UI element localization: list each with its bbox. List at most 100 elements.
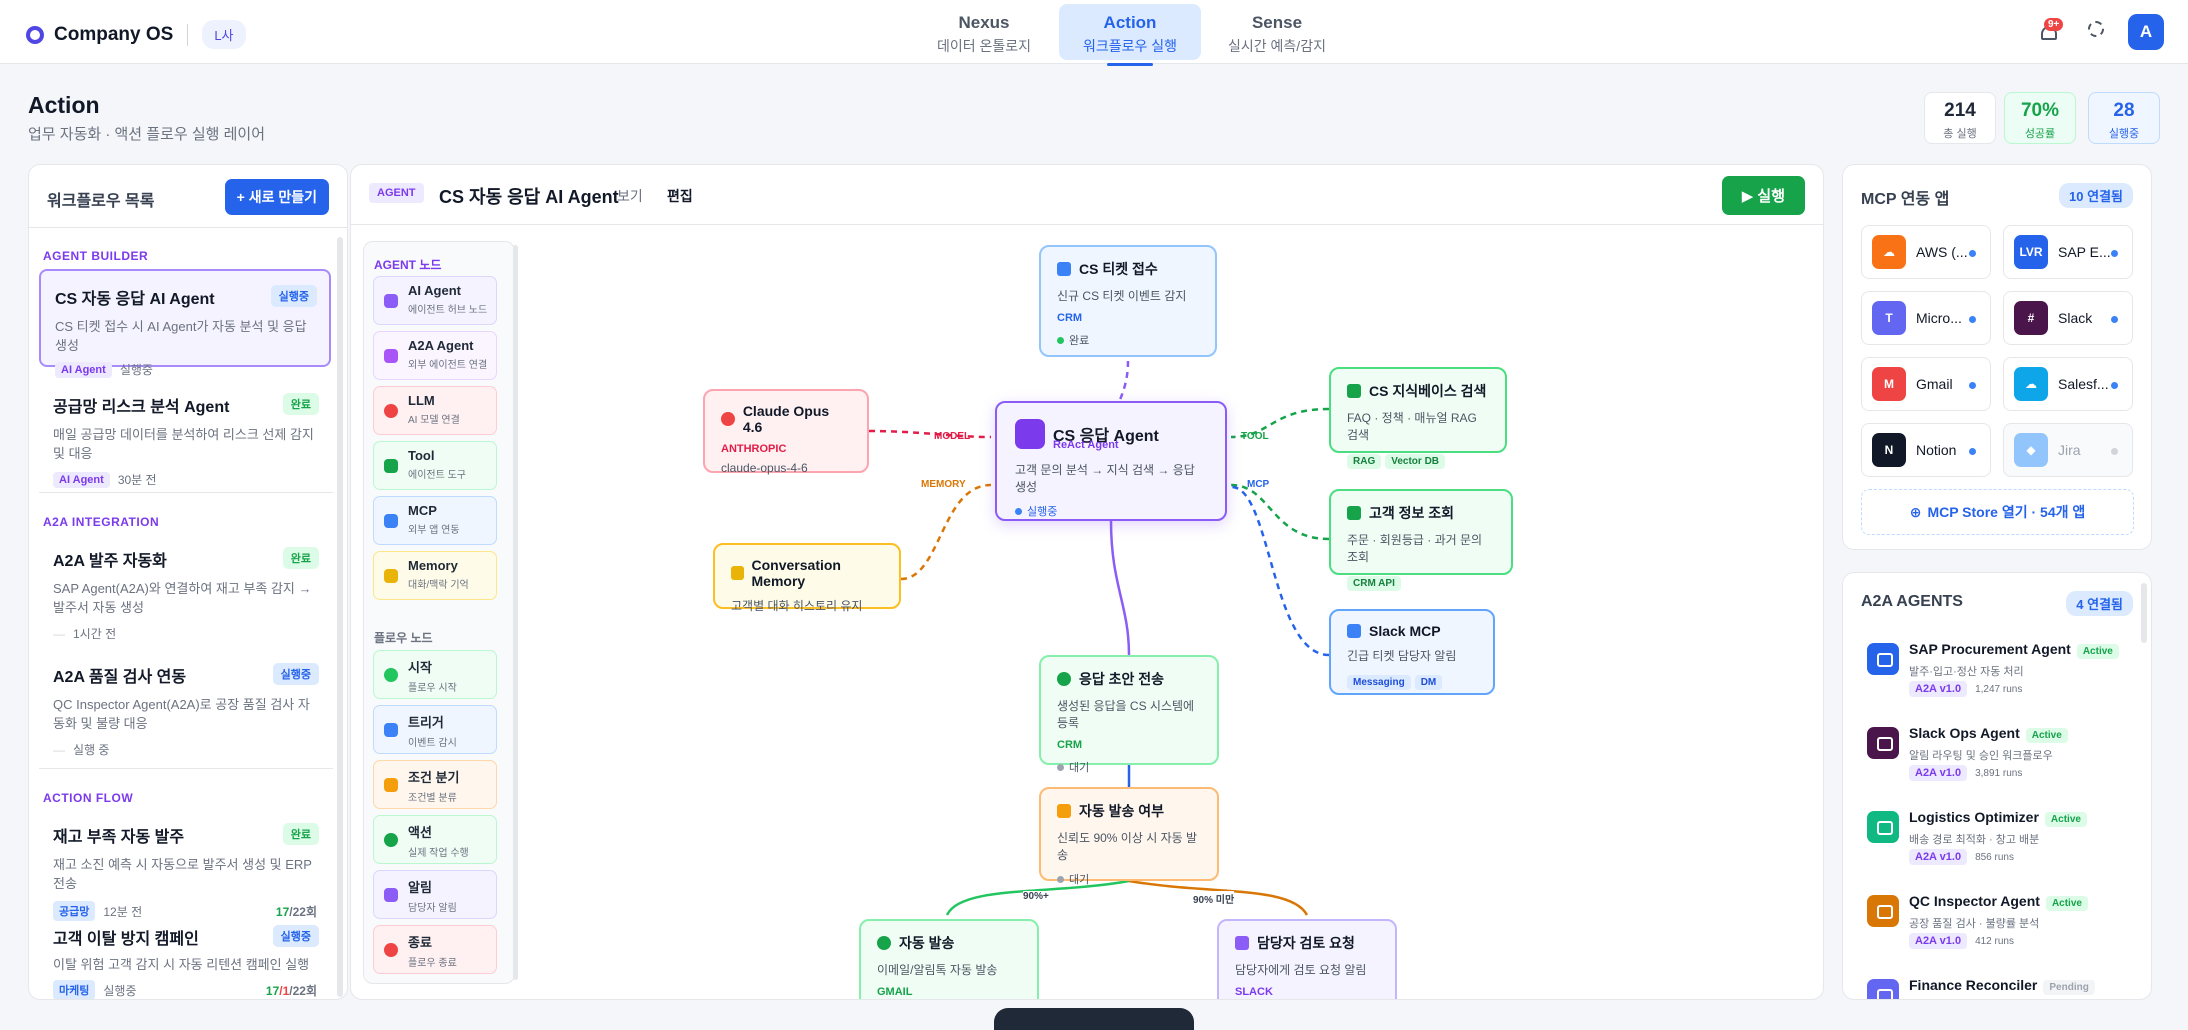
palette-node-end[interactable]: 종료 플로우 종료 xyxy=(373,925,497,974)
status-dot xyxy=(1057,763,1064,771)
branch-icon xyxy=(384,778,398,792)
agent-chat-icon xyxy=(1867,895,1899,927)
node-tag: SLACK xyxy=(1235,986,1273,998)
workflow-desc: 재고 소진 예측 시 자동으로 발주서 생성 및 ERP 전송 xyxy=(53,857,312,891)
node-auto-send[interactable]: 자동 발송 이메일/알림톡 자동 발송 GMAIL xyxy=(859,919,1039,999)
node-customer-info[interactable]: 고객 정보 조회 주문 · 회원등급 · 과거 문의 조회 CRM API xyxy=(1329,489,1513,591)
run-label: 실행 xyxy=(1757,188,1785,205)
workflow-tag: AI Agent xyxy=(53,471,110,488)
palette-node-condition[interactable]: 조건 분기 조건별 분류 xyxy=(373,760,497,809)
header-divider xyxy=(29,227,347,228)
agent-chat-icon xyxy=(1867,811,1899,843)
node-desc: 생성된 응답을 CS 시스템에 등록 xyxy=(1057,699,1195,730)
mcp-app-gmail[interactable]: M Gmail xyxy=(1861,357,1991,411)
settings-button[interactable] xyxy=(2082,14,2110,44)
mcp-app-sap[interactable]: LVR SAP E... xyxy=(2003,225,2133,279)
a2a-agent-slack-ops[interactable]: Slack Ops Agent Active 알림 라우팅 및 승인 워크플로우 … xyxy=(1867,725,2127,795)
status-badge: 실행중 xyxy=(272,663,319,685)
meta-dash: — xyxy=(53,742,65,757)
palette-node-label: Tool xyxy=(408,448,435,463)
workflow-list-scrollbar[interactable] xyxy=(337,237,343,997)
palette-node-mcp[interactable]: MCP 외부 앱 연동 xyxy=(373,496,497,545)
workflow-item-restock[interactable]: 재고 부족 자동 발주 완료 재고 소진 예측 시 자동으로 발주서 생성 및 … xyxy=(39,809,331,921)
avatar[interactable]: A xyxy=(2128,14,2164,50)
workflow-item-supply-risk[interactable]: 공급망 리스크 분석 Agent 완료 매일 공급망 데이터를 분석하여 리스크… xyxy=(39,379,331,489)
mcp-app-jira[interactable]: ◆ Jira xyxy=(2003,423,2133,477)
palette-node-tool[interactable]: Tool 에이전트 도구 xyxy=(373,441,497,490)
node-draft-send[interactable]: 응답 초안 전송 생성된 응답을 CS 시스템에 등록 CRM 대기 xyxy=(1039,655,1219,774)
page-title: Action xyxy=(28,92,100,118)
palette-node-label: LLM xyxy=(408,393,435,408)
new-workflow-button[interactable]: + 새로 만들기 xyxy=(224,179,329,215)
node-kb-search[interactable]: CS 지식베이스 검색 FAQ · 정책 · 매뉴얼 RAG 검색 RAG Vec… xyxy=(1329,367,1507,469)
agent-version: A2A v1.0 xyxy=(1909,765,1968,781)
a2a-agent-finance[interactable]: Finance Reconciler Pending xyxy=(1867,977,2127,999)
palette-node-sub: 외부 앱 연동 xyxy=(408,525,460,536)
bottom-dock[interactable] xyxy=(994,1008,1194,1030)
app-name: AWS (... xyxy=(1916,244,1968,260)
nav-tab-action[interactable]: Action 워크플로우 실행 xyxy=(1059,4,1201,66)
notifications-button[interactable]: 9+ xyxy=(2036,14,2064,44)
node-auto-send-condition[interactable]: 자동 발송 여부 신뢰도 90% 이상 시 자동 발송 대기 xyxy=(1039,787,1219,886)
section-agent-builder: AGENT BUILDER xyxy=(43,249,149,263)
palette-node-sub: 이벤트 감시 xyxy=(408,738,457,749)
palette-node-action[interactable]: 액션 실제 작업 수행 xyxy=(373,815,497,864)
palette-node-ai-agent[interactable]: AI Agent 에이전트 허브 노드 xyxy=(373,276,497,325)
teams-icon: T xyxy=(1872,301,1906,335)
nav-tab-nexus[interactable]: Nexus 데이터 온톨로지 xyxy=(928,4,1040,60)
gmail-icon: M xyxy=(1872,367,1906,401)
tab-edit[interactable]: 편집 xyxy=(667,186,693,206)
a2a-agent-qc-inspector[interactable]: QC Inspector Agent Active 공장 품질 검사 · 불량률 … xyxy=(1867,893,2127,963)
palette-node-memory[interactable]: Memory 대화/맥락 기억 xyxy=(373,551,497,600)
edge-label-mcp: MCP xyxy=(1247,479,1270,490)
node-memory[interactable]: Conversation Memory 고객별 대화 히스토리 유지 xyxy=(713,543,901,613)
agent-name: QC Inspector Agent xyxy=(1909,893,2040,909)
edge-label-memory: MEMORY xyxy=(921,479,966,490)
mcp-app-aws[interactable]: ☁ AWS (... xyxy=(1861,225,1991,279)
palette-scrollbar[interactable] xyxy=(513,245,518,980)
status-dot xyxy=(2111,250,2118,257)
node-title: Conversation Memory xyxy=(751,557,841,589)
node-llm-claude[interactable]: Claude Opus 4.6 ANTHROPIC claude-opus-4-… xyxy=(703,389,869,475)
agent-status-badge: Active xyxy=(2025,728,2068,743)
app-logo[interactable]: Company OS L사 xyxy=(26,20,246,49)
workflow-item-churn-campaign[interactable]: 고객 이탈 방지 캠페인 실행중 이탈 위험 고객 감지 시 자동 리텐션 캠페… xyxy=(39,911,331,999)
workflow-item-a2a-qc[interactable]: A2A 품질 검사 연동 실행중 QC Inspector Agent(A2A)… xyxy=(39,649,331,759)
gear-icon xyxy=(2088,21,2104,37)
mcp-app-microsoft[interactable]: T Micro... xyxy=(1861,291,1991,345)
a2a-agent-logistics[interactable]: Logistics Optimizer Active 배송 경로 최적화 · 창고… xyxy=(1867,809,2127,879)
mcp-app-salesforce[interactable]: ☁ Salesf... xyxy=(2003,357,2133,411)
palette-node-label: Memory xyxy=(408,558,458,573)
palette-node-llm[interactable]: LLM AI 모델 연결 xyxy=(373,386,497,435)
a2a-scrollbar[interactable] xyxy=(2141,583,2147,643)
edge-cust-agent xyxy=(1230,483,1330,541)
status-dot xyxy=(1969,448,1976,455)
wrench-icon xyxy=(1347,506,1361,520)
run-button[interactable]: ▶ 실행 xyxy=(1721,176,1805,215)
app-name: Gmail xyxy=(1916,376,1953,392)
agent-status-badge: Active xyxy=(2076,644,2119,659)
a2a-agent-sap[interactable]: SAP Procurement Agent Active 발주·입고·정산 자동 … xyxy=(1867,641,2127,711)
edge-label-no: 90% 미만 xyxy=(1193,891,1235,906)
a2a-agents-panel: A2A AGENTS 4 연결됨 SAP Procurement Agent Ac… xyxy=(1842,572,2152,1000)
mcp-app-notion[interactable]: N Notion xyxy=(1861,423,1991,477)
status-dot xyxy=(1057,875,1064,883)
mcp-store-button[interactable]: ⊕ MCP Store 열기 · 54개 앱 xyxy=(1861,489,2134,535)
palette-node-alert[interactable]: 알림 담당자 알림 xyxy=(373,870,497,919)
mcp-app-slack[interactable]: # Slack xyxy=(2003,291,2133,345)
palette-node-trigger[interactable]: 트리거 이벤트 감시 xyxy=(373,705,497,754)
workflow-desc: SAP Agent(A2A)와 연결하여 재고 부족 감지 → 발주서 자동 생… xyxy=(53,581,312,615)
agent-status-badge: Pending xyxy=(2043,980,2095,995)
palette-node-label: 액션 xyxy=(408,825,432,840)
tenant-badge[interactable]: L사 xyxy=(202,20,246,49)
node-manager-review[interactable]: 담당자 검토 요청 담당자에게 검토 요청 알림 SLACK xyxy=(1217,919,1397,999)
tab-view[interactable]: 보기 xyxy=(617,186,643,206)
node-cs-agent[interactable]: CS 응답 Agent ReAct Agent 고객 문의 분석 → 지식 검색… xyxy=(995,401,1227,521)
workflow-item-cs-agent[interactable]: CS 자동 응답 AI Agent 실행중 CS 티켓 접수 시 AI Agen… xyxy=(39,269,331,378)
node-slack-mcp[interactable]: Slack MCP 긴급 티켓 담당자 알림 Messaging DM xyxy=(1329,609,1495,695)
nav-tab-sense[interactable]: Sense 실시간 예측/감지 xyxy=(1220,4,1334,60)
palette-node-a2a[interactable]: A2A Agent 외부 에이전트 연결 xyxy=(373,331,497,380)
node-cs-ticket[interactable]: CS 티켓 접수 신규 CS 티켓 이벤트 감지 CRM 완료 xyxy=(1039,245,1217,357)
palette-node-start[interactable]: 시작 플로우 시작 xyxy=(373,650,497,699)
workflow-item-a2a-order[interactable]: A2A 발주 자동화 완료 SAP Agent(A2A)와 연결하여 재고 부족… xyxy=(39,533,331,643)
